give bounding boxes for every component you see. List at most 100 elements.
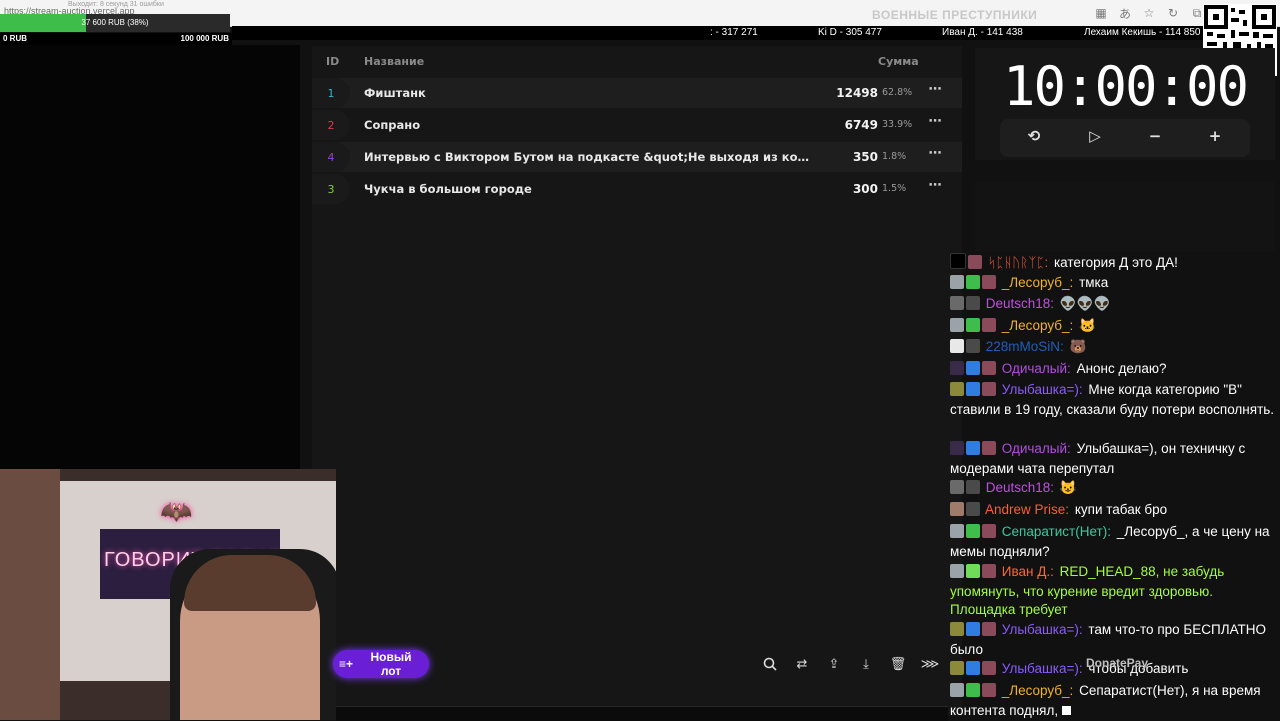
chat-message: 228mMoSiN: 🐻 bbox=[950, 338, 1280, 358]
lots-toolbar: ⇄ ⇪ ⤓ 🗑 ⋙ bbox=[758, 650, 948, 678]
chat-text: купи табак бро bbox=[1074, 502, 1168, 517]
download-icon[interactable]: ⤓ bbox=[854, 652, 878, 676]
auction-lots-panel: ID Название Сумма 1 Фиштанк 12498 62.8% … bbox=[312, 46, 962, 716]
bottom-bar bbox=[336, 706, 948, 721]
lot-name[interactable]: Чукча в большом городе bbox=[364, 182, 814, 196]
chat-text: 🐻 bbox=[1069, 339, 1087, 354]
column-header-name[interactable]: Название bbox=[364, 55, 424, 68]
chat-username[interactable]: Улыбашка=): bbox=[1002, 622, 1083, 637]
stream-chat: ᛋᛈᚺᚢᚱᛉᛈ: категория Д это ДА! _Лесоруб_: … bbox=[948, 252, 1280, 720]
timer-controls: ⟲ ▷ − + bbox=[1000, 119, 1250, 157]
shuffle-icon[interactable]: ⇄ bbox=[790, 652, 814, 676]
chat-username[interactable]: ᛋᛈᚺᚢᚱᛉᛈ: bbox=[988, 255, 1048, 270]
chat-username[interactable]: _Лесоруб_: bbox=[1002, 318, 1074, 333]
bookmark-star-icon[interactable]: ☆ bbox=[1140, 4, 1158, 22]
ticker-item: : - 317 271 bbox=[710, 27, 758, 38]
lot-percentage: 62.8% bbox=[882, 87, 913, 98]
chat-username[interactable]: Deutsch18: bbox=[986, 480, 1054, 495]
chat-text: 👽👽👽 bbox=[1059, 296, 1111, 311]
new-lot-button[interactable]: ≡+ Новый лот bbox=[333, 650, 429, 678]
chat-username[interactable]: Улыбашка=): bbox=[1002, 382, 1083, 397]
chat-message: Улыбашка=): Мне когда категорию "В" став… bbox=[950, 381, 1280, 419]
lot-row[interactable]: 4 Интервью с Виктором Бутом на подкасте … bbox=[312, 142, 962, 172]
donatepay-watermark: DonatePay bbox=[1086, 656, 1149, 670]
lot-amount[interactable]: 12498 bbox=[836, 86, 878, 100]
lot-amount[interactable]: 300 bbox=[853, 182, 878, 196]
chat-message: Andrew Prise: купи табак бро bbox=[950, 501, 1280, 521]
refresh-icon[interactable]: ↻ bbox=[1164, 4, 1182, 22]
chat-message: Deutsch18: 👽👽👽 bbox=[950, 295, 1280, 315]
translate-icon[interactable]: あ bbox=[1116, 4, 1134, 22]
minus-icon[interactable]: − bbox=[1143, 127, 1167, 149]
chat-username[interactable]: _Лесоруб_: bbox=[1002, 275, 1074, 290]
neon-bat-logo-icon: 🦇 bbox=[160, 497, 193, 527]
lot-name[interactable]: Интервью с Виктором Бутом на подкасте &q… bbox=[364, 150, 814, 164]
ticker-item: Ki D - 305 477 bbox=[818, 27, 882, 38]
top-donors-ticker: : - 317 271 Ki D - 305 477 Иван Д. - 141… bbox=[232, 26, 1204, 40]
chat-username[interactable]: Deutsch18: bbox=[986, 296, 1054, 311]
progress-range: 0 RUB 100 000 RUB bbox=[0, 33, 232, 45]
lot-id: 3 bbox=[312, 174, 350, 204]
progress-label: 37 600 RUB (38%) bbox=[81, 18, 149, 27]
plus-icon[interactable]: + bbox=[1203, 127, 1227, 149]
lot-name[interactable]: Сопрано bbox=[364, 118, 814, 132]
chat-username[interactable]: Сепаратист(Нет): bbox=[1002, 524, 1111, 539]
reset-icon[interactable]: ⟲ bbox=[1022, 127, 1046, 149]
lot-row[interactable]: 3 Чукча в большом городе 300 1.5% ⋯ bbox=[312, 174, 962, 204]
lot-id: 1 bbox=[312, 78, 350, 108]
lot-percentage: 33.9% bbox=[882, 119, 913, 130]
chat-username[interactable]: Одичалый: bbox=[1002, 361, 1071, 376]
upload-icon[interactable]: ⇪ bbox=[822, 652, 846, 676]
chat-username[interactable]: Одичалый: bbox=[1002, 441, 1071, 456]
more-options-icon[interactable]: ⋯ bbox=[924, 82, 946, 102]
progress-min-label: 0 RUB bbox=[3, 34, 28, 43]
chat-message: _Лесоруб_: тмка bbox=[950, 274, 1280, 294]
chat-message: Одичалый: Анонс делаю? bbox=[950, 360, 1280, 380]
donation-goal-progress: 37 600 RUB (38%) bbox=[0, 14, 230, 32]
lot-id: 2 bbox=[312, 110, 350, 140]
lot-amount[interactable]: 6749 bbox=[845, 118, 878, 132]
chat-text: 🐱 bbox=[1079, 318, 1096, 333]
browser-action-icons: ▦ あ ☆ ↻ ⧉ bbox=[1092, 4, 1206, 22]
lot-amount[interactable]: 350 bbox=[853, 150, 878, 164]
search-icon[interactable] bbox=[758, 652, 782, 676]
chat-username[interactable]: Иван Д.: bbox=[1002, 564, 1054, 579]
chat-username[interactable]: _Лесоруб_: bbox=[1002, 683, 1074, 698]
status-tooltip: Выходит: 8 секунд 31 ошибки bbox=[68, 1, 164, 8]
column-header-id[interactable]: ID bbox=[326, 55, 339, 68]
chat-message: Одичалый: Улыбашка=), он техничку с моде… bbox=[950, 440, 1280, 478]
column-header-sum[interactable]: Сумма bbox=[878, 55, 919, 68]
chat-text: 😺 bbox=[1059, 480, 1077, 495]
chat-text: категория Д это ДА! bbox=[1053, 255, 1178, 270]
delete-icon[interactable]: 🗑 bbox=[886, 652, 910, 676]
add-list-icon: ≡+ bbox=[339, 657, 354, 671]
more-options-icon[interactable]: ⋯ bbox=[924, 178, 946, 198]
ticker-item: Лехаим Кекишь - 114 850 bbox=[1084, 27, 1201, 38]
chat-text: тмка bbox=[1079, 275, 1109, 290]
chat-message: Иван Д.: RED_HEAD_88, не забудь упомянут… bbox=[950, 563, 1280, 619]
lot-name[interactable]: Фиштанк bbox=[364, 86, 814, 100]
webcam-feed: 🦇 ГОВОРИТ ТОПА7 bbox=[0, 469, 336, 720]
chat-username[interactable]: Улыбашка=): bbox=[1002, 661, 1083, 676]
donation-panel bbox=[975, 182, 1275, 252]
lot-row[interactable]: 1 Фиштанк 12498 62.8% ⋯ bbox=[312, 78, 962, 108]
lot-id: 4 bbox=[312, 142, 350, 172]
play-icon[interactable]: ▷ bbox=[1083, 127, 1107, 149]
lots-table-header: ID Название Сумма bbox=[312, 46, 962, 76]
more-icon[interactable]: ⋙ bbox=[918, 652, 942, 676]
chat-message: ᛋᛈᚺᚢᚱᛉᛈ: категория Д это ДА! bbox=[950, 253, 1280, 274]
ticker-item: Иван Д. - 141 438 bbox=[942, 27, 1023, 38]
more-options-icon[interactable]: ⋯ bbox=[924, 114, 946, 134]
chat-text: Анонс делаю? bbox=[1076, 361, 1167, 376]
more-options-icon[interactable]: ⋯ bbox=[924, 146, 946, 166]
chat-username[interactable]: 228mMoSiN: bbox=[986, 339, 1064, 354]
app-grid-icon[interactable]: ▦ bbox=[1092, 4, 1110, 22]
chat-message: Deutsch18: 😺 bbox=[950, 479, 1280, 499]
lot-percentage: 1.5% bbox=[882, 183, 907, 194]
overlay-title: ВОЕННЫЕ ПРЕСТУПНИКИ bbox=[872, 8, 1038, 22]
chat-username[interactable]: Andrew Prise: bbox=[985, 502, 1069, 517]
chat-message: _Лесоруб_: Сепаратист(Нет), я на время к… bbox=[950, 682, 1280, 720]
timer-display: 10:00:00 bbox=[1002, 55, 1249, 118]
lot-row[interactable]: 2 Сопрано 6749 33.9% ⋯ bbox=[312, 110, 962, 140]
progress-max-label: 100 000 RUB bbox=[180, 34, 229, 43]
